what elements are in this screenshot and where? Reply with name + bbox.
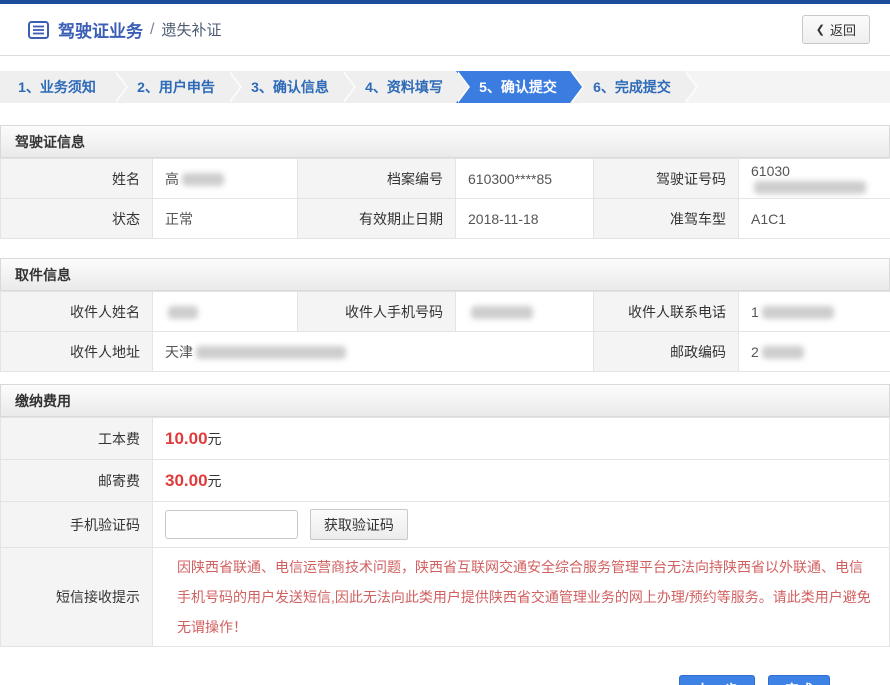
page: 驾驶证业务 / 遗失补证 ❮ 返回 1、业务须知 2、用户申告 3、确认信息 4… — [0, 0, 890, 685]
step-label: 4、资料填写 — [365, 77, 443, 97]
postal-code-value: 2 — [739, 332, 890, 372]
back-button-label: 返回 — [830, 20, 856, 39]
work-fee-value: 10.00元 — [153, 418, 890, 460]
redacted-blob — [471, 306, 533, 319]
expiry-date-value: 2018-11-18 — [456, 199, 594, 239]
fees-table: 工本费 10.00元 邮寄费 30.00元 手机验证码 获取验证码 短信接收提示… — [0, 417, 890, 647]
recipient-name-value — [153, 292, 298, 332]
redacted-blob — [196, 346, 346, 359]
redacted-blob — [762, 346, 804, 359]
redacted-blob — [754, 181, 866, 194]
step-wizard: 1、业务须知 2、用户申告 3、确认信息 4、资料填写 5、确认提交 6、完成提… — [0, 71, 890, 103]
sms-code-label: 手机验证码 — [1, 502, 153, 548]
redacted-blob — [762, 306, 834, 319]
list-icon — [28, 21, 49, 39]
recipient-name-label: 收件人姓名 — [1, 292, 153, 332]
mail-fee-unit: 元 — [208, 473, 222, 489]
finish-button[interactable]: 完成 — [768, 675, 830, 685]
status-label: 状态 — [1, 199, 153, 239]
table-row: 收件人地址 天津 邮政编码 2 — [1, 332, 890, 372]
recipient-address-value: 天津 — [153, 332, 594, 372]
license-number-label: 驾驶证号码 — [594, 159, 739, 199]
status-value: 正常 — [153, 199, 298, 239]
name-value: 高 — [153, 159, 298, 199]
breadcrumb-separator: / — [150, 21, 154, 39]
table-row: 姓名 高 档案编号 610300****85 驾驶证号码 61030 — [1, 159, 890, 199]
step-3-confirm-info[interactable]: 3、确认信息 — [228, 71, 342, 103]
redacted-blob — [182, 173, 224, 186]
mail-fee-amount: 30.00 — [165, 471, 208, 490]
file-number-value: 610300****85 — [456, 159, 594, 199]
recipient-phone-label: 收件人联系电话 — [594, 292, 739, 332]
table-row: 手机验证码 获取验证码 — [1, 502, 890, 548]
table-row: 工本费 10.00元 — [1, 418, 890, 460]
previous-step-button[interactable]: 上一步 — [679, 675, 755, 685]
back-button[interactable]: ❮ 返回 — [802, 15, 870, 44]
sms-notice-label: 短信接收提示 — [1, 548, 153, 647]
work-fee-unit: 元 — [208, 431, 222, 447]
step-1-business-notice[interactable]: 1、业务须知 — [0, 71, 114, 103]
section-title-pickup-info: 取件信息 — [0, 258, 890, 291]
sms-notice-text: 因陕西省联通、电信运营商技术问题，陕西省互联网交通安全综合服务管理平台无法向持陕… — [165, 548, 889, 646]
back-chevron-icon: ❮ — [816, 23, 825, 36]
license-number-value: 61030 — [739, 159, 890, 199]
recipient-address-label: 收件人地址 — [1, 332, 153, 372]
sms-code-cell: 获取验证码 — [153, 502, 890, 548]
redacted-blob — [168, 306, 198, 319]
step-label: 3、确认信息 — [251, 77, 329, 97]
sms-code-input[interactable] — [165, 510, 298, 539]
postal-code-label: 邮政编码 — [594, 332, 739, 372]
footer-actions: 上一步 完成 — [0, 675, 890, 685]
recipient-mobile-value — [456, 292, 594, 332]
table-row: 短信接收提示 因陕西省联通、电信运营商技术问题，陕西省互联网交通安全综合服务管理… — [1, 548, 890, 647]
page-title: 驾驶证业务 — [58, 17, 143, 42]
step-label: 6、完成提交 — [593, 77, 671, 97]
table-row: 收件人姓名 收件人手机号码 收件人联系电话 1 — [1, 292, 890, 332]
step-label: 1、业务须知 — [18, 77, 96, 97]
mail-fee-value: 30.00元 — [153, 460, 890, 502]
expiry-date-label: 有效期止日期 — [298, 199, 456, 239]
section-title-license-info: 驾驶证信息 — [0, 125, 890, 158]
work-fee-amount: 10.00 — [165, 429, 208, 448]
file-number-label: 档案编号 — [298, 159, 456, 199]
vehicle-class-value: A1C1 — [739, 199, 890, 239]
step-4-fill-data[interactable]: 4、资料填写 — [342, 71, 456, 103]
recipient-phone-value: 1 — [739, 292, 890, 332]
table-row: 状态 正常 有效期止日期 2018-11-18 准驾车型 A1C1 — [1, 199, 890, 239]
mail-fee-label: 邮寄费 — [1, 460, 153, 502]
vehicle-class-label: 准驾车型 — [594, 199, 739, 239]
get-code-button[interactable]: 获取验证码 — [310, 509, 408, 540]
step-5-confirm-submit[interactable]: 5、确认提交 — [456, 71, 570, 103]
sms-notice-cell: 因陕西省联通、电信运营商技术问题，陕西省互联网交通安全综合服务管理平台无法向持陕… — [153, 548, 890, 647]
name-label: 姓名 — [1, 159, 153, 199]
step-2-user-declaration[interactable]: 2、用户申告 — [114, 71, 228, 103]
section-title-fees: 缴纳费用 — [0, 384, 890, 417]
recipient-mobile-label: 收件人手机号码 — [298, 292, 456, 332]
step-label: 2、用户申告 — [137, 77, 215, 97]
step-label: 5、确认提交 — [479, 77, 557, 97]
step-6-complete-submit[interactable]: 6、完成提交 — [570, 71, 684, 103]
table-row: 邮寄费 30.00元 — [1, 460, 890, 502]
page-subtitle: 遗失补证 — [161, 19, 221, 40]
work-fee-label: 工本费 — [1, 418, 153, 460]
header: 驾驶证业务 / 遗失补证 ❮ 返回 — [0, 4, 890, 56]
license-info-table: 姓名 高 档案编号 610300****85 驾驶证号码 61030 状态 正常… — [0, 158, 890, 239]
pickup-info-table: 收件人姓名 收件人手机号码 收件人联系电话 1 收件人地址 天津 邮政编码 2 — [0, 291, 890, 372]
